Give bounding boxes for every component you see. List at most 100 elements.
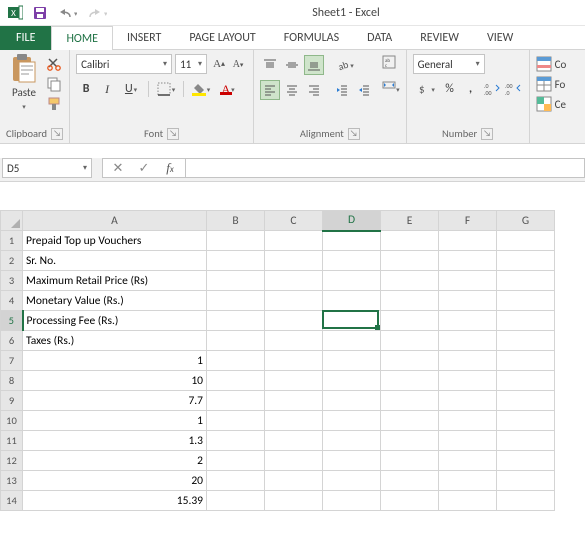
cell-D10[interactable]: [323, 411, 381, 431]
cell-G9[interactable]: [497, 391, 555, 411]
align-top-icon[interactable]: [260, 55, 280, 75]
cell-G13[interactable]: [497, 471, 555, 491]
italic-button[interactable]: I: [97, 79, 117, 99]
cell-E1[interactable]: [381, 231, 439, 251]
paste-button[interactable]: Paste ▾: [6, 54, 42, 113]
format-as-table-button[interactable]: Fo: [536, 75, 567, 93]
cell-B14[interactable]: [207, 491, 265, 511]
fx-icon[interactable]: fx: [161, 160, 179, 176]
cut-icon[interactable]: [46, 56, 62, 72]
font-launcher-icon[interactable]: ↘: [167, 128, 179, 140]
row-header-14[interactable]: 14: [1, 491, 23, 511]
cell-D6[interactable]: [323, 331, 381, 351]
align-bottom-icon[interactable]: [304, 55, 324, 75]
bold-button[interactable]: B: [76, 79, 96, 99]
font-name-select[interactable]: Calibri▾: [76, 54, 172, 74]
copy-icon[interactable]: [46, 76, 62, 92]
align-middle-icon[interactable]: [282, 55, 302, 75]
cell-D2[interactable]: [323, 251, 381, 271]
name-box[interactable]: D5▾: [2, 158, 92, 178]
cell-D12[interactable]: [323, 451, 381, 471]
decrease-decimal-icon[interactable]: .00.0: [503, 79, 523, 99]
cell-D11[interactable]: [323, 431, 381, 451]
cell-E5[interactable]: [381, 311, 439, 331]
cell-A4[interactable]: Monetary Value (Rs.): [23, 291, 207, 311]
column-header-E[interactable]: E: [381, 211, 439, 231]
cell-D3[interactable]: [323, 271, 381, 291]
cell-A1[interactable]: Prepaid Top up Vouchers: [23, 231, 207, 251]
cell-A2[interactable]: Sr. No.: [23, 251, 207, 271]
cell-F7[interactable]: [439, 351, 497, 371]
number-format-select[interactable]: General▾: [413, 54, 485, 74]
clipboard-launcher-icon[interactable]: ↘: [51, 128, 63, 140]
cell-C2[interactable]: [265, 251, 323, 271]
cell-A14[interactable]: 15.39: [23, 491, 207, 511]
cell-D1[interactable]: [323, 231, 381, 251]
row-header-13[interactable]: 13: [1, 471, 23, 491]
border-button[interactable]: ▾: [153, 79, 179, 99]
wrap-text-button[interactable]: abc: [382, 55, 400, 73]
cell-A7[interactable]: 1: [23, 351, 207, 371]
cell-C4[interactable]: [265, 291, 323, 311]
cell-B9[interactable]: [207, 391, 265, 411]
cell-C6[interactable]: [265, 331, 323, 351]
column-header-B[interactable]: B: [207, 211, 265, 231]
cell-D13[interactable]: [323, 471, 381, 491]
undo-icon[interactable]: ▾: [57, 6, 77, 20]
column-header-F[interactable]: F: [439, 211, 497, 231]
cell-C8[interactable]: [265, 371, 323, 391]
increase-indent-icon[interactable]: [354, 80, 374, 100]
cell-D7[interactable]: [323, 351, 381, 371]
cell-A12[interactable]: 2: [23, 451, 207, 471]
decrease-font-icon[interactable]: A▾: [229, 54, 247, 74]
cell-G3[interactable]: [497, 271, 555, 291]
cell-C1[interactable]: [265, 231, 323, 251]
row-header-11[interactable]: 11: [1, 431, 23, 451]
cell-E13[interactable]: [381, 471, 439, 491]
redo-icon[interactable]: ▾: [87, 6, 107, 20]
cell-B4[interactable]: [207, 291, 265, 311]
cell-B6[interactable]: [207, 331, 265, 351]
alignment-launcher-icon[interactable]: ↘: [348, 128, 360, 140]
cell-E2[interactable]: [381, 251, 439, 271]
comma-format-icon[interactable]: ,: [461, 79, 481, 99]
row-header-8[interactable]: 8: [1, 371, 23, 391]
cell-G4[interactable]: [497, 291, 555, 311]
cell-E3[interactable]: [381, 271, 439, 291]
cell-G12[interactable]: [497, 451, 555, 471]
cell-A8[interactable]: 10: [23, 371, 207, 391]
cell-F6[interactable]: [439, 331, 497, 351]
cell-D9[interactable]: [323, 391, 381, 411]
cell-A9[interactable]: 7.7: [23, 391, 207, 411]
cell-E11[interactable]: [381, 431, 439, 451]
cell-F1[interactable]: [439, 231, 497, 251]
tab-home[interactable]: HOME: [51, 26, 113, 50]
cell-A6[interactable]: Taxes (Rs.): [23, 331, 207, 351]
cell-A13[interactable]: 20: [23, 471, 207, 491]
font-color-button[interactable]: A▾: [215, 79, 241, 99]
percent-format-icon[interactable]: %: [440, 79, 460, 99]
number-launcher-icon[interactable]: ↘: [481, 128, 493, 140]
increase-font-icon[interactable]: A▴: [210, 54, 228, 74]
cell-G2[interactable]: [497, 251, 555, 271]
cell-E14[interactable]: [381, 491, 439, 511]
row-header-5[interactable]: 5: [1, 311, 23, 331]
tab-view[interactable]: VIEW: [473, 26, 527, 50]
cell-F2[interactable]: [439, 251, 497, 271]
tab-formulas[interactable]: FORMULAS: [270, 26, 353, 50]
cell-styles-button[interactable]: Ce: [536, 95, 567, 113]
cell-D8[interactable]: [323, 371, 381, 391]
cell-D5[interactable]: [323, 311, 381, 331]
cell-F9[interactable]: [439, 391, 497, 411]
cell-G5[interactable]: [497, 311, 555, 331]
cell-F11[interactable]: [439, 431, 497, 451]
cell-C5[interactable]: [265, 311, 323, 331]
row-header-9[interactable]: 9: [1, 391, 23, 411]
cell-F5[interactable]: [439, 311, 497, 331]
cell-C7[interactable]: [265, 351, 323, 371]
cell-F3[interactable]: [439, 271, 497, 291]
cell-F4[interactable]: [439, 291, 497, 311]
cell-B11[interactable]: [207, 431, 265, 451]
accounting-format-icon[interactable]: $▾: [413, 79, 439, 99]
font-size-select[interactable]: 11▾: [175, 54, 207, 74]
